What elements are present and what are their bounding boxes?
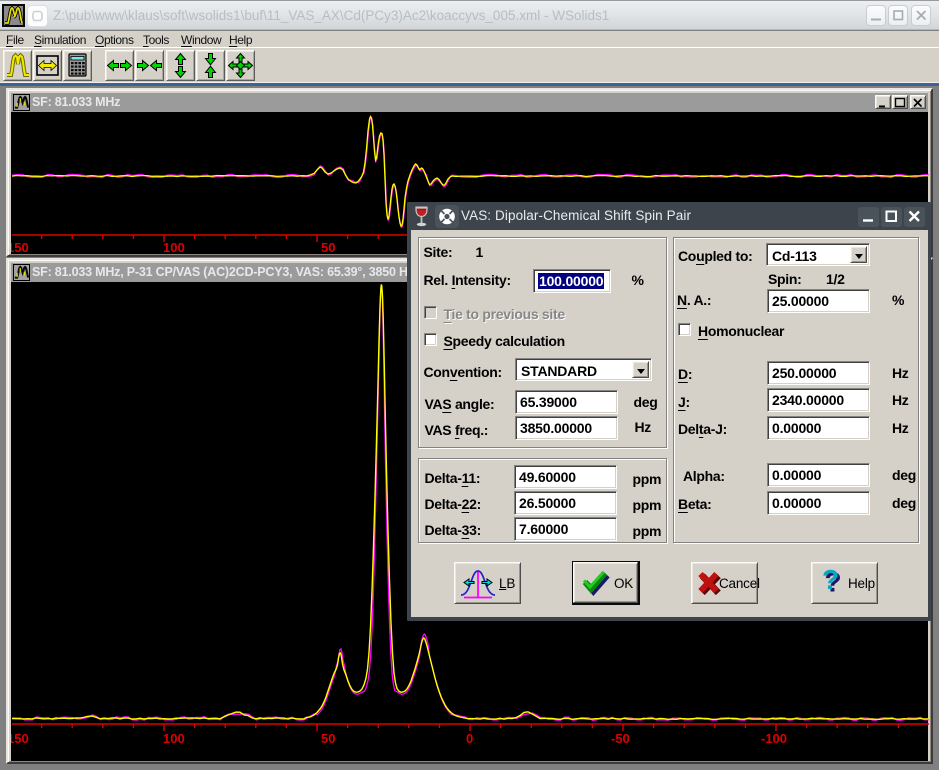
svg-text:50: 50 — [321, 731, 335, 746]
svg-text:-50: -50 — [611, 731, 630, 746]
svg-text:150: 150 — [11, 731, 29, 746]
svg-text:150: 150 — [11, 240, 29, 254]
svg-text:0: 0 — [466, 731, 473, 746]
svg-text:100: 100 — [163, 731, 185, 746]
svg-text:-100: -100 — [761, 731, 787, 746]
svg-text:50: 50 — [321, 240, 335, 254]
svg-text:100: 100 — [163, 240, 185, 254]
